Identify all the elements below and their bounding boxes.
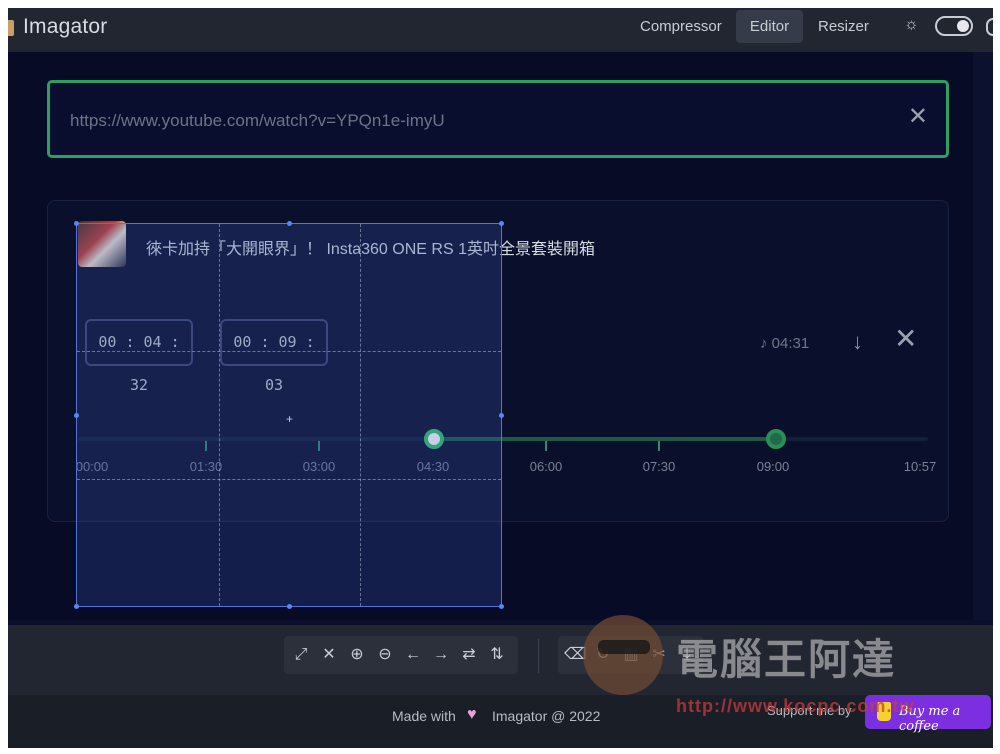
heart-icon: ♥	[467, 706, 477, 723]
watermark-text: 電腦王阿達	[676, 635, 897, 684]
arrow-right-icon[interactable]: →	[430, 644, 452, 666]
timeline-end-handle[interactable]	[766, 429, 786, 449]
nav-resizer[interactable]: Resizer	[806, 10, 881, 43]
expand-icon[interactable]: ⤢	[290, 644, 312, 666]
timeline-tick	[545, 441, 547, 451]
theme-toggle[interactable]	[935, 16, 973, 36]
swap-vertical-icon[interactable]: ⇅	[486, 644, 508, 666]
crop-handle[interactable]	[74, 413, 79, 418]
crop-grid-line	[360, 224, 361, 606]
swap-horizontal-icon[interactable]: ⇄	[458, 644, 480, 666]
view-controls: ⤢ ✕ ⊕ ⊖ ← → ⇄ ⇅	[284, 636, 518, 674]
toggle-knob	[957, 20, 969, 32]
logo-icon	[8, 20, 14, 36]
timeline-tick-label: 10:57	[903, 459, 937, 474]
scrollbar[interactable]	[973, 52, 993, 620]
crop-handle[interactable]	[499, 604, 504, 609]
crop-handle[interactable]	[287, 604, 292, 609]
crop-handle[interactable]	[499, 413, 504, 418]
github-icon[interactable]	[986, 18, 993, 36]
timeline-tick-label: 09:00	[756, 459, 790, 474]
zoom-out-icon[interactable]: ⊖	[374, 644, 396, 666]
crop-handle[interactable]	[74, 604, 79, 609]
crop-handle[interactable]	[287, 221, 292, 226]
zoom-in-icon[interactable]: ⊕	[346, 644, 368, 666]
clip-duration: ♪ 04:31	[760, 335, 810, 352]
crosshair-icon: +	[286, 412, 294, 426]
crop-grid-line	[77, 479, 501, 480]
watermark-url: http://www.kocpc.com.tw	[676, 696, 915, 716]
close-icon[interactable]: ✕	[318, 644, 340, 666]
url-input[interactable]: https://www.youtube.com/watch?v=YPQn1e-i…	[70, 111, 445, 131]
top-nav-bar: Imagator Compressor Editor Resizer ☼	[8, 8, 993, 52]
crop-selection-overlay[interactable]: +	[74, 221, 504, 609]
timeline-tick	[658, 441, 660, 451]
watermark-mascot	[583, 615, 663, 695]
arrow-left-icon[interactable]: ←	[402, 644, 424, 666]
app-window: Imagator Compressor Editor Resizer ☼ htt…	[8, 8, 993, 748]
crop-handle[interactable]	[74, 221, 79, 226]
close-icon[interactable]: ✕	[908, 105, 928, 129]
timeline-tick-label: 07:30	[642, 459, 676, 474]
editor-main: https://www.youtube.com/watch?v=YPQn1e-i…	[8, 52, 973, 620]
sun-icon: ☼	[904, 16, 919, 33]
toolbar-divider	[538, 639, 539, 673]
nav-compressor[interactable]: Compressor	[628, 10, 734, 43]
crop-grid-line	[219, 224, 220, 606]
arrow-down-icon[interactable]: ↓	[852, 329, 863, 355]
credit-link[interactable]: Imagator @ 2022	[492, 708, 600, 724]
close-icon[interactable]: ✕	[894, 325, 917, 353]
made-with-text: Made with	[392, 708, 456, 724]
timeline-tick-label: 06:00	[529, 459, 563, 474]
app-title[interactable]: Imagator	[23, 15, 107, 39]
nav-editor[interactable]: Editor	[736, 10, 803, 43]
crop-grid-line	[77, 351, 501, 352]
url-input-box[interactable]: https://www.youtube.com/watch?v=YPQn1e-i…	[47, 80, 949, 158]
crop-handle[interactable]	[499, 221, 504, 226]
watermark-glasses	[598, 640, 650, 654]
